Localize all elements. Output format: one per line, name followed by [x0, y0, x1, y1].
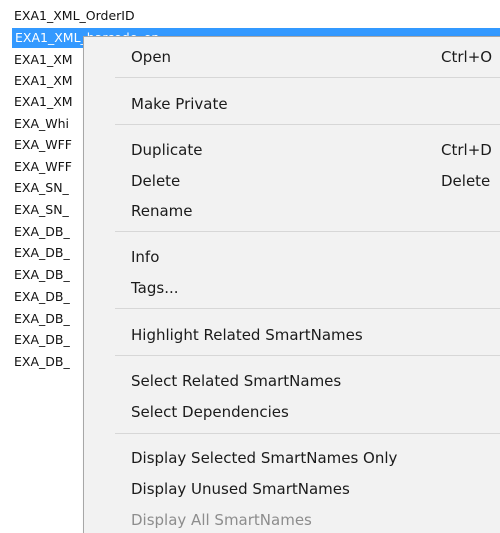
menu-item-highlight-related[interactable]: Highlight Related SmartNames — [84, 320, 500, 350]
menu-item-label: Delete — [131, 172, 181, 190]
list-item[interactable]: EXA_Whi — [14, 114, 69, 134]
menu-item-display-unused[interactable]: Display Unused SmartNames — [84, 474, 500, 504]
menu-item-rename[interactable]: Rename — [84, 196, 500, 226]
menu-item-label: Display Selected SmartNames Only — [131, 449, 398, 467]
list-item[interactable]: EXA1_XM — [14, 71, 73, 91]
menu-item-delete[interactable]: Delete Delete — [84, 166, 500, 196]
menu-item-label: Make Private — [131, 95, 228, 113]
menu-item-label: Select Dependencies — [131, 403, 289, 421]
menu-item-shortcut: Delete — [441, 172, 491, 190]
list-item[interactable]: EXA1_XML_OrderID — [14, 6, 135, 26]
menu-item-open[interactable]: Open Ctrl+O — [84, 42, 500, 72]
list-item[interactable]: EXA1_XM — [14, 92, 73, 112]
context-menu: Open Ctrl+O Make Private Duplicate Ctrl+… — [83, 36, 500, 533]
menu-item-duplicate[interactable]: Duplicate Ctrl+D — [84, 135, 500, 165]
menu-item-label: Display Unused SmartNames — [131, 480, 350, 498]
list-item[interactable]: EXA_SN_ — [14, 200, 69, 220]
menu-item-label: Highlight Related SmartNames — [131, 326, 363, 344]
list-item[interactable]: EXA_DB_ — [14, 222, 70, 242]
list-item[interactable]: EXA_DB_ — [14, 309, 70, 329]
list-item[interactable]: EXA_DB_ — [14, 265, 70, 285]
menu-item-tags[interactable]: Tags... — [84, 273, 500, 303]
menu-item-label: Select Related SmartNames — [131, 372, 342, 390]
smartnames-window: EXA1_XML_OrderID EXA1_XML_barcode_en EXA… — [0, 0, 500, 533]
menu-separator — [115, 124, 500, 125]
menu-separator — [115, 433, 500, 434]
list-item[interactable]: EXA_DB_ — [14, 330, 70, 350]
menu-item-display-all: Display All SmartNames — [84, 505, 500, 533]
menu-item-label: Rename — [131, 202, 193, 220]
menu-item-make-private[interactable]: Make Private — [84, 89, 500, 119]
menu-item-label: Display All SmartNames — [131, 511, 312, 529]
list-item[interactable]: EXA1_XM — [14, 50, 73, 70]
menu-item-shortcut: Ctrl+D — [441, 141, 492, 159]
menu-item-label: Duplicate — [131, 141, 203, 159]
menu-item-select-related[interactable]: Select Related SmartNames — [84, 366, 500, 396]
list-item[interactable]: EXA_SN_ — [14, 178, 69, 198]
menu-item-shortcut: Ctrl+O — [441, 48, 493, 66]
list-item[interactable]: EXA_WFF — [14, 135, 72, 155]
list-item[interactable]: EXA_DB_ — [14, 287, 70, 307]
menu-item-select-dependencies[interactable]: Select Dependencies — [84, 397, 500, 427]
menu-item-label: Tags... — [131, 279, 179, 297]
list-item[interactable]: EXA_DB_ — [14, 352, 70, 372]
menu-item-label: Open — [131, 48, 172, 66]
list-item[interactable]: EXA_DB_ — [14, 243, 70, 263]
menu-separator — [115, 308, 500, 309]
menu-item-display-selected-only[interactable]: Display Selected SmartNames Only — [84, 443, 500, 473]
menu-item-label: Info — [131, 248, 160, 266]
menu-separator — [115, 231, 500, 232]
menu-separator — [115, 355, 500, 356]
menu-separator — [115, 77, 500, 78]
menu-item-info[interactable]: Info — [84, 242, 500, 272]
list-item[interactable]: EXA_WFF — [14, 157, 72, 177]
